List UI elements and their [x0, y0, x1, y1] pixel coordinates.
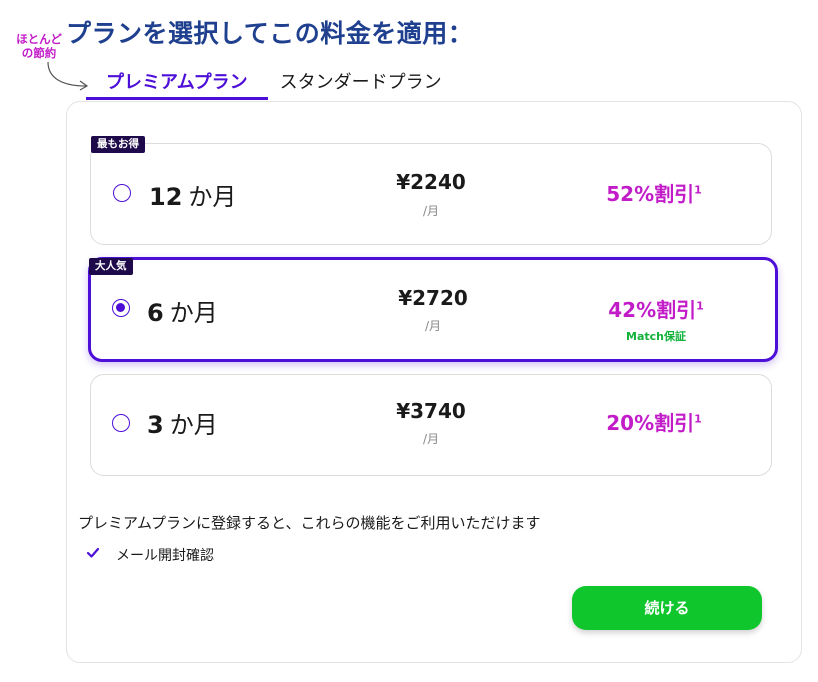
discount-footnote: 1	[696, 299, 704, 313]
discount-footnote: 1	[694, 183, 702, 197]
match-guarantee-label: Match保証	[626, 330, 686, 343]
plan-price: ¥2240	[396, 170, 466, 194]
savings-note: ほとんどの節約	[16, 32, 62, 60]
discount-text: 42%割引	[608, 298, 697, 322]
plan-months: 6	[147, 299, 164, 327]
discount-text: 52%割引	[606, 182, 695, 206]
plan-unit: か月	[169, 411, 218, 439]
check-icon	[86, 547, 100, 558]
plan-duration: 6 か月	[147, 293, 218, 328]
plan-price: ¥3740	[396, 399, 466, 423]
plan-months: 12	[149, 183, 183, 211]
plan-duration: 12 か月	[149, 177, 236, 212]
plan-selection-page: ほとんどの節約 プランを選択してこの料金を適用： プレミアムプラン スタンダード…	[0, 0, 818, 682]
feature-item-email-read-receipt: メール開封確認	[116, 548, 214, 564]
plan-radio-6-months[interactable]	[112, 299, 130, 317]
plan-tabs: プレミアムプラン スタンダードプラン	[86, 68, 454, 100]
plan-unit: か月	[188, 183, 237, 211]
tab-standard[interactable]: スタンダードプラン	[278, 68, 444, 100]
plan-card-6-months[interactable]: 大人気 6 か月 ¥2720 /月 42%割引1 Match保証	[88, 257, 778, 362]
plan-duration: 3 か月	[147, 405, 218, 440]
discount-text: 20%割引	[606, 411, 695, 435]
plan-radio-3-months[interactable]	[112, 414, 130, 432]
popular-badge: 大人気	[89, 258, 133, 275]
plan-per-month: /月	[424, 319, 442, 333]
plan-discount: 52%割引1	[574, 178, 734, 207]
radio-selected-dot	[116, 303, 125, 312]
features-heading: プレミアムプランに登録すると、これらの機能をご利用いただけます	[78, 514, 541, 532]
plan-months: 3	[147, 411, 164, 439]
plan-per-month: /月	[422, 204, 440, 218]
continue-button[interactable]: 続ける	[572, 586, 762, 630]
tab-premium[interactable]: プレミアムプラン	[86, 68, 268, 100]
plan-card-12-months[interactable]: 最もお得 12 か月 ¥2240 /月 52%割引1	[90, 136, 772, 245]
plan-card-3-months[interactable]: 3 か月 ¥3740 /月 20%割引1	[90, 374, 772, 476]
page-title: プランを選択してこの料金を適用：	[66, 19, 474, 48]
curved-arrow-icon	[47, 61, 89, 91]
plan-discount: 42%割引1	[576, 294, 736, 323]
plan-price: ¥2720	[398, 286, 468, 310]
plan-discount: 20%割引1	[574, 407, 734, 436]
plan-per-month: /月	[422, 432, 440, 446]
plan-unit: か月	[169, 299, 218, 327]
plan-radio-12-months[interactable]	[113, 184, 131, 202]
best-value-badge: 最もお得	[91, 136, 145, 153]
discount-footnote: 1	[694, 412, 702, 426]
